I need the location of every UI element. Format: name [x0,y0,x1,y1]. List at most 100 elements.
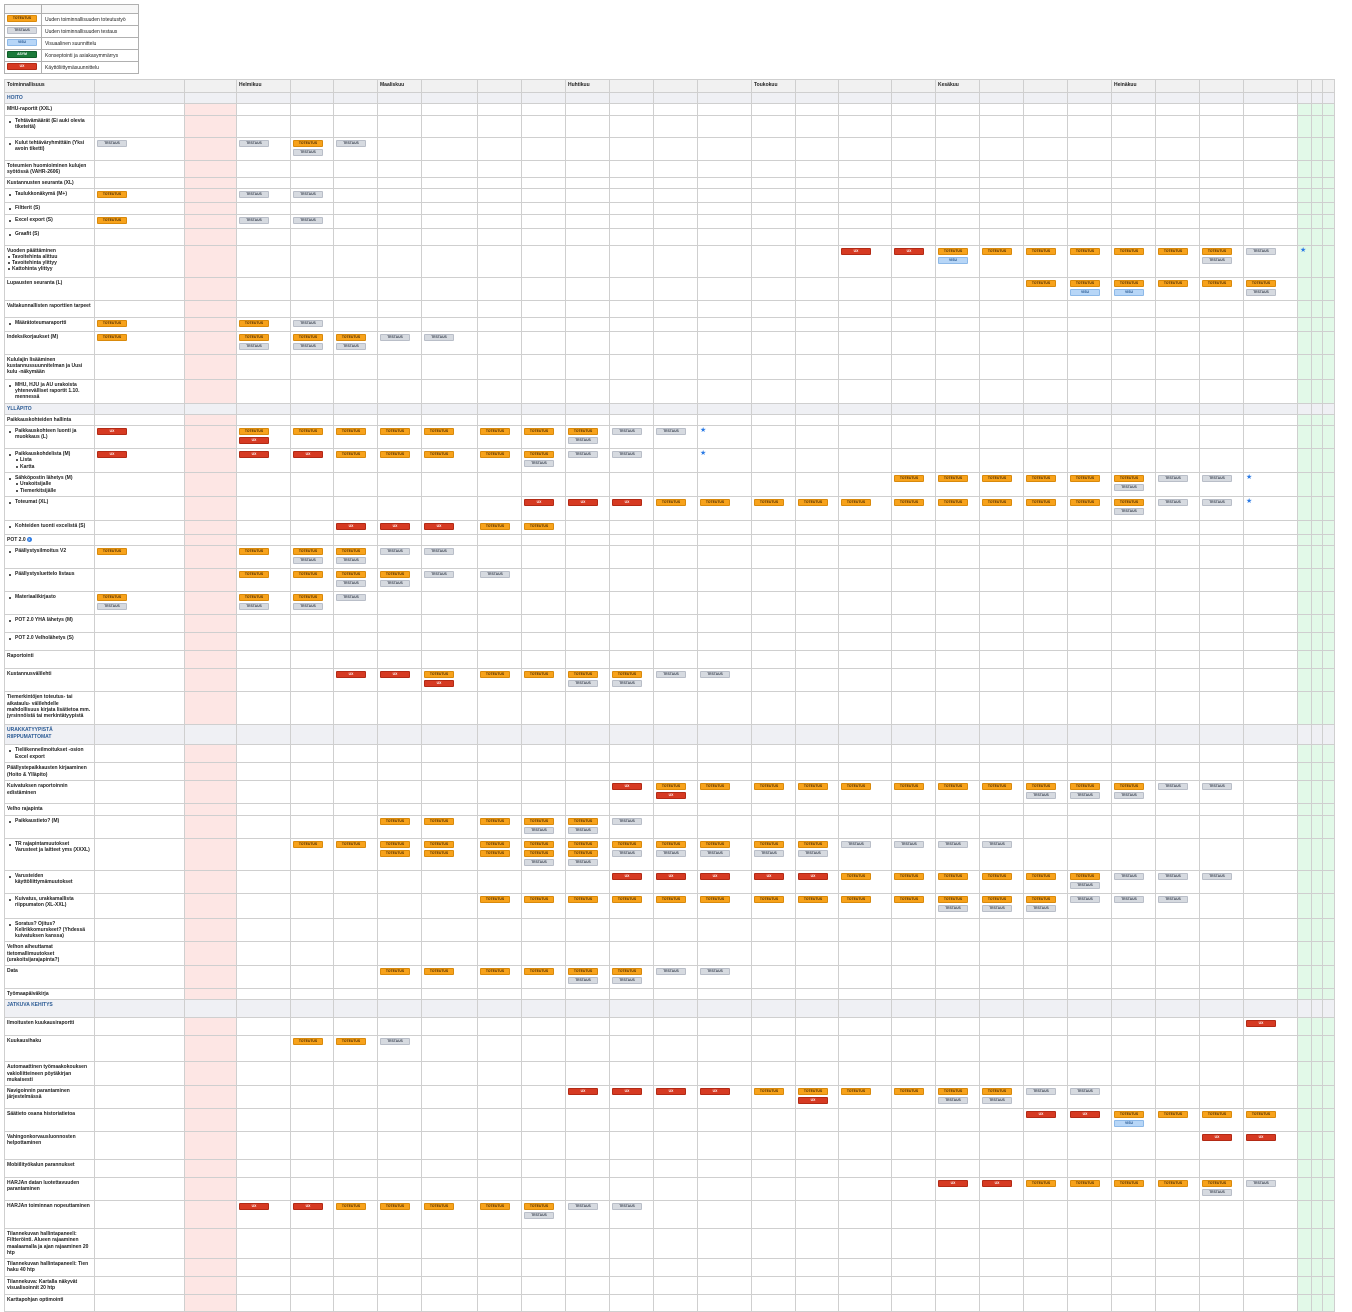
timeline-cell [333,1131,378,1160]
timeline-cell [1322,1108,1335,1132]
timeline-cell [421,176,478,190]
timeline-cell [891,803,936,816]
month-header-cell [609,79,654,93]
timeline-cell [751,1276,796,1295]
timeline-cell: TOTEUTUS [1155,276,1200,301]
toteutus-badge: TOTEUTUS [380,571,410,579]
toteutus-badge: TOTEUTUS [612,671,642,679]
timeline-cell [477,1177,522,1201]
timeline-cell [521,1294,566,1312]
timeline-cell [94,402,185,415]
timeline-cell [1067,1294,1112,1312]
toteutus-badge: TOTEUTUS [239,594,269,602]
timeline-cell: TOTEUTUS [333,837,378,871]
timeline-cell [421,136,478,161]
timeline-cell [609,159,654,178]
testaus-badge: TESTAUS [1070,792,1100,800]
testaus-badge: TESTAUS [424,548,454,556]
timeline-cell [1067,614,1112,634]
timeline-cell [94,965,185,989]
timeline-cell [377,987,422,1001]
timeline-cell [377,762,422,782]
timeline-cell [184,136,237,161]
timeline-cell [1155,1035,1200,1063]
timeline-cell: ★ [697,448,752,473]
timeline-cell [979,202,1024,215]
toteutus-badge: TOTEUTUS [982,475,1012,482]
timeline-cell [1067,425,1112,449]
timeline-cell: TOTEUTUS UX [421,668,478,693]
timeline-cell [1023,1294,1068,1312]
help-icon[interactable]: ? [26,537,32,542]
month-header-cell: Heinäkuu [1111,79,1156,93]
timeline-cell [184,1061,237,1086]
timeline-cell: TESTAUS [697,668,752,693]
timeline-cell [377,1228,422,1259]
timeline-cell [377,213,422,229]
feature-name: TR rajapintamuutokset Varusteet ja laitt… [4,837,95,871]
timeline-cell: TOTEUTUS [236,568,291,593]
timeline-cell [290,159,334,178]
timeline-cell: TESTAUS [421,330,478,355]
timeline-cell [377,496,422,521]
timeline-cell [1311,448,1323,473]
feature-row: Kuivatuksen raportoinnin edistäminen UX TO… [4,780,1335,805]
timeline-cell [653,103,698,116]
timeline-cell [697,1159,752,1178]
timeline-cell [1322,425,1335,449]
timeline-cell [290,1294,334,1312]
timeline-cell [653,520,698,535]
timeline-cell [1311,744,1323,764]
feature-name: Tilannekuva: Kartalla näkyvät visualisoi… [4,1276,95,1295]
timeline-cell [565,202,610,215]
ux-badge: UX [612,499,642,506]
timeline-cell [795,402,839,415]
timeline-cell [1311,987,1323,1001]
toteutus-badge: TOTEUTUS [612,895,642,903]
timeline-cell [1297,1085,1312,1109]
timeline-cell: TOTEUTUS [377,448,422,473]
timeline-cell [1322,103,1335,116]
timeline-cell: TOTEUTUS [838,1085,892,1109]
timeline-cell [521,780,566,805]
feature-row: Taulukkonäkymä (M+) TOTEUTUS TESTAUS TESTAU… [4,188,1335,204]
timeline-cell [1067,330,1112,355]
timeline-cell: TOTEUTUS TESTAUS [935,892,980,919]
timeline-cell [1311,1017,1323,1037]
timeline-cell [1243,378,1298,404]
timeline-cell: TOTEUTUS [891,472,936,497]
visu-badge: VISU [938,256,968,264]
testaus-badge: TESTAUS [1158,783,1188,791]
toteutus-badge: TOTEUTUS [894,499,924,506]
timeline-cell [935,227,980,246]
timeline-cell: UX [697,1085,752,1109]
timeline-cell: TOTEUTUS [521,668,566,693]
timeline-cell [377,533,422,547]
timeline-cell [477,299,522,318]
timeline-cell [236,1258,291,1277]
timeline-cell [795,316,839,332]
timeline-cell [795,227,839,246]
timeline-cell: TOTEUTUS TESTAUS [290,591,334,616]
timeline-cell [1111,1035,1156,1063]
timeline-cell [751,213,796,229]
timeline-cell [333,1085,378,1109]
toteutus-badge: TOTEUTUS [798,840,828,848]
timeline-cell [521,1108,566,1132]
timeline-cell [891,591,936,616]
timeline-cell [377,1258,422,1277]
timeline-cell [521,691,566,726]
timeline-cell [236,1276,291,1295]
timeline-cell [1297,330,1312,355]
feature-name: HARJAn toiminnan nopeuttaminen [4,1200,95,1229]
timeline-cell [795,91,839,105]
feature-name: MHU-raportit (XXL) [4,103,95,116]
timeline-cell [1155,1258,1200,1277]
timeline-cell: TOTEUTUS [1155,244,1200,278]
timeline-cell [1297,965,1312,989]
timeline-cell [236,917,291,943]
timeline-cell [1199,1085,1244,1109]
timeline-cell [1297,941,1312,966]
timeline-cell [1243,520,1298,535]
timeline-cell [653,413,698,427]
